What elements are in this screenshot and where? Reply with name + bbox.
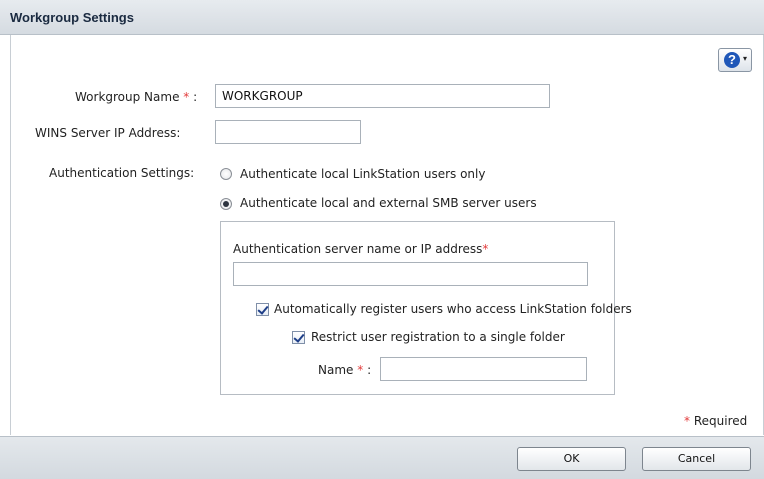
folder-name-input[interactable] bbox=[380, 357, 587, 381]
chevron-down-icon: ▾ bbox=[743, 54, 748, 63]
required-asterisk: * bbox=[482, 242, 489, 256]
radio-local-only[interactable] bbox=[220, 168, 232, 180]
auto-register-checkbox[interactable] bbox=[256, 303, 269, 316]
auth-settings-label: Authentication Settings: bbox=[49, 166, 195, 180]
required-asterisk: * bbox=[183, 90, 190, 104]
wins-server-input[interactable] bbox=[215, 120, 361, 144]
workgroup-name-label: Workgroup Name * : bbox=[75, 90, 198, 104]
required-note: * Required bbox=[684, 414, 748, 428]
radio-local-only-label: Authenticate local LinkStation users onl… bbox=[240, 167, 486, 181]
auto-register-label: Automatically register users who access … bbox=[274, 302, 632, 316]
dialog-title: Workgroup Settings bbox=[10, 10, 134, 25]
workgroup-settings-dialog: Workgroup Settings ? ▾ Workgroup Name * … bbox=[0, 0, 764, 479]
help-button[interactable]: ? ▾ bbox=[718, 48, 752, 72]
required-asterisk: * bbox=[357, 363, 364, 377]
title-bar: Workgroup Settings bbox=[0, 0, 764, 35]
workgroup-name-input[interactable] bbox=[215, 84, 550, 108]
wins-server-label: WINS Server IP Address: bbox=[35, 126, 181, 140]
ok-button[interactable]: OK bbox=[517, 447, 626, 471]
required-asterisk: * bbox=[684, 414, 690, 428]
auth-server-label: Authentication server name or IP address… bbox=[233, 242, 489, 256]
help-icon: ? bbox=[724, 52, 740, 68]
radio-local-external[interactable] bbox=[220, 198, 232, 210]
folder-name-label: Name * : bbox=[318, 363, 372, 377]
restrict-folder-label: Restrict user registration to a single f… bbox=[311, 330, 565, 344]
radio-local-external-label: Authenticate local and external SMB serv… bbox=[240, 196, 537, 210]
auth-server-input[interactable] bbox=[233, 262, 588, 286]
restrict-folder-checkbox[interactable] bbox=[292, 331, 305, 344]
cancel-button[interactable]: Cancel bbox=[642, 447, 751, 471]
